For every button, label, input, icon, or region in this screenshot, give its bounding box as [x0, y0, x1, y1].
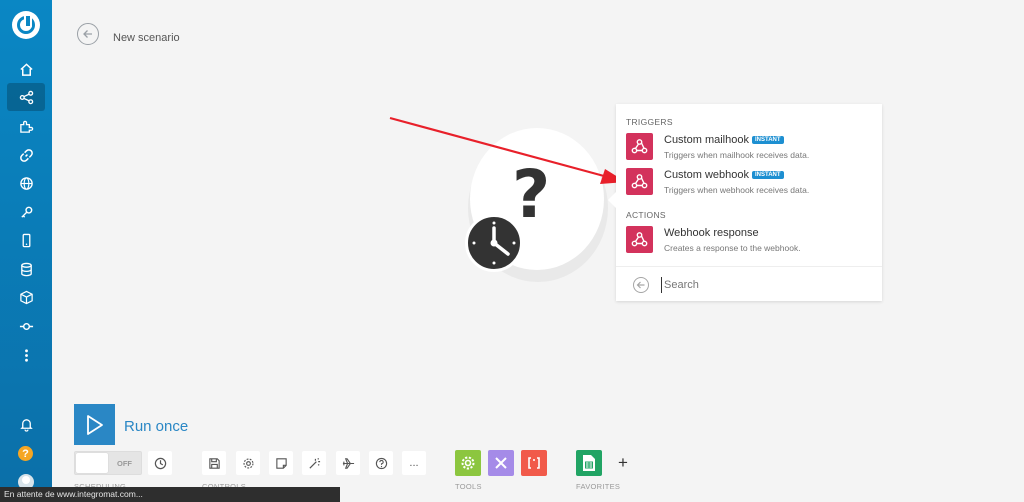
- toggle-knob: [76, 453, 108, 473]
- airplane-icon: [342, 457, 354, 469]
- explain-flow-button[interactable]: [336, 451, 360, 475]
- play-icon: [86, 414, 103, 435]
- question-circle-icon: [375, 457, 387, 469]
- sidebar-item-keys[interactable]: [7, 198, 45, 226]
- tools-group-label: TOOLS: [455, 482, 482, 491]
- key-icon: [20, 206, 32, 218]
- divider: [616, 266, 882, 267]
- sidebar-item-notifications[interactable]: [7, 410, 45, 438]
- google-sheets-icon: [583, 455, 595, 471]
- more-icon: [24, 348, 28, 362]
- tools-flow-control-button[interactable]: [455, 450, 481, 476]
- module-picker-popup: TRIGGERS Custom mailhook INSTANT Triggers…: [608, 104, 882, 301]
- integromat-logo[interactable]: [12, 11, 40, 39]
- actions-heading: ACTIONS: [626, 210, 666, 220]
- arrow-left-icon: [636, 281, 645, 289]
- instant-badge: INSTANT: [751, 136, 784, 144]
- magic-wand-icon: [308, 457, 320, 469]
- database-icon: [20, 262, 32, 276]
- add-favorite-button[interactable]: +: [614, 453, 632, 473]
- home-icon: [19, 62, 33, 76]
- run-once-button[interactable]: [74, 404, 115, 445]
- sidebar-item-datastores[interactable]: [7, 255, 45, 283]
- triggers-heading: TRIGGERS: [626, 117, 673, 127]
- module-item-custom-webhook[interactable]: Custom webhook INSTANT Triggers when webh…: [624, 168, 874, 200]
- module-title: Custom webhook: [664, 169, 749, 181]
- instant-badge: INSTANT: [752, 171, 784, 179]
- back-button[interactable]: [77, 23, 99, 45]
- auto-align-button[interactable]: [302, 451, 326, 475]
- tools-button[interactable]: [488, 450, 514, 476]
- schedule-clock-icon[interactable]: [465, 214, 523, 272]
- sidebar-item-scenarios[interactable]: [7, 83, 45, 111]
- help-button[interactable]: [369, 451, 393, 475]
- tools-icon: [495, 457, 507, 469]
- arrow-left-icon: [83, 30, 92, 38]
- box-icon: [19, 290, 33, 304]
- note-icon: [275, 457, 287, 469]
- sidebar-item-devices[interactable]: [7, 226, 45, 254]
- sidebar-item-home[interactable]: [7, 55, 45, 83]
- browser-status-bar: En attente de www.integromat.com...: [0, 487, 340, 502]
- module-description: Creates a response to the webhook.: [664, 243, 801, 253]
- module-item-webhook-response[interactable]: Webhook response Creates a response to t…: [624, 226, 874, 258]
- scheduling-toggle[interactable]: OFF: [74, 451, 142, 475]
- webhook-icon: [626, 133, 653, 160]
- run-once-label[interactable]: Run once: [124, 418, 188, 435]
- more-options-button[interactable]: ...: [402, 451, 426, 475]
- text-parser-button[interactable]: [521, 450, 547, 476]
- share-icon: [19, 90, 33, 104]
- sidebar-item-templates[interactable]: [7, 112, 45, 140]
- module-title: Custom mailhook: [664, 134, 749, 146]
- scenario-title[interactable]: New scenario: [113, 32, 180, 44]
- bell-icon: [19, 418, 33, 432]
- search-back-button[interactable]: [633, 277, 649, 293]
- globe-icon: [19, 176, 33, 190]
- save-button[interactable]: [202, 451, 226, 475]
- module-description: Triggers when webhook receives data.: [664, 185, 810, 195]
- notes-button[interactable]: [269, 451, 293, 475]
- webhook-icon: [626, 226, 653, 253]
- google-sheets-button[interactable]: [576, 450, 602, 476]
- webhook-icon: [626, 168, 653, 195]
- help-icon[interactable]: ?: [18, 446, 33, 461]
- sidebar-item-more[interactable]: [7, 341, 45, 369]
- sidebar: ?: [0, 0, 52, 502]
- module-item-custom-mailhook[interactable]: Custom mailhook INSTANT Triggers when mai…: [624, 133, 874, 165]
- puzzle-icon: [19, 120, 33, 133]
- gear-icon: [461, 456, 475, 470]
- gear-icon: [242, 457, 254, 469]
- favorites-group-label: FAVORITES: [576, 482, 621, 491]
- module-description: Triggers when mailhook receives data.: [664, 150, 810, 160]
- sidebar-item-connections[interactable]: [7, 141, 45, 169]
- module-title: Webhook response: [664, 227, 759, 239]
- flow-icon: [19, 322, 33, 330]
- sidebar-item-webhooks[interactable]: [7, 169, 45, 197]
- brackets-icon: [528, 457, 540, 469]
- module-search-input[interactable]: [661, 277, 861, 293]
- toggle-state-label: OFF: [117, 459, 132, 468]
- schedule-settings-button[interactable]: [148, 451, 172, 475]
- sidebar-item-flow[interactable]: [7, 312, 45, 340]
- phone-icon: [22, 233, 30, 247]
- link-icon: [19, 148, 33, 162]
- clock-icon: [154, 457, 166, 469]
- scenario-settings-button[interactable]: [236, 451, 260, 475]
- sidebar-item-datastructures[interactable]: [7, 283, 45, 311]
- save-icon: [208, 457, 220, 469]
